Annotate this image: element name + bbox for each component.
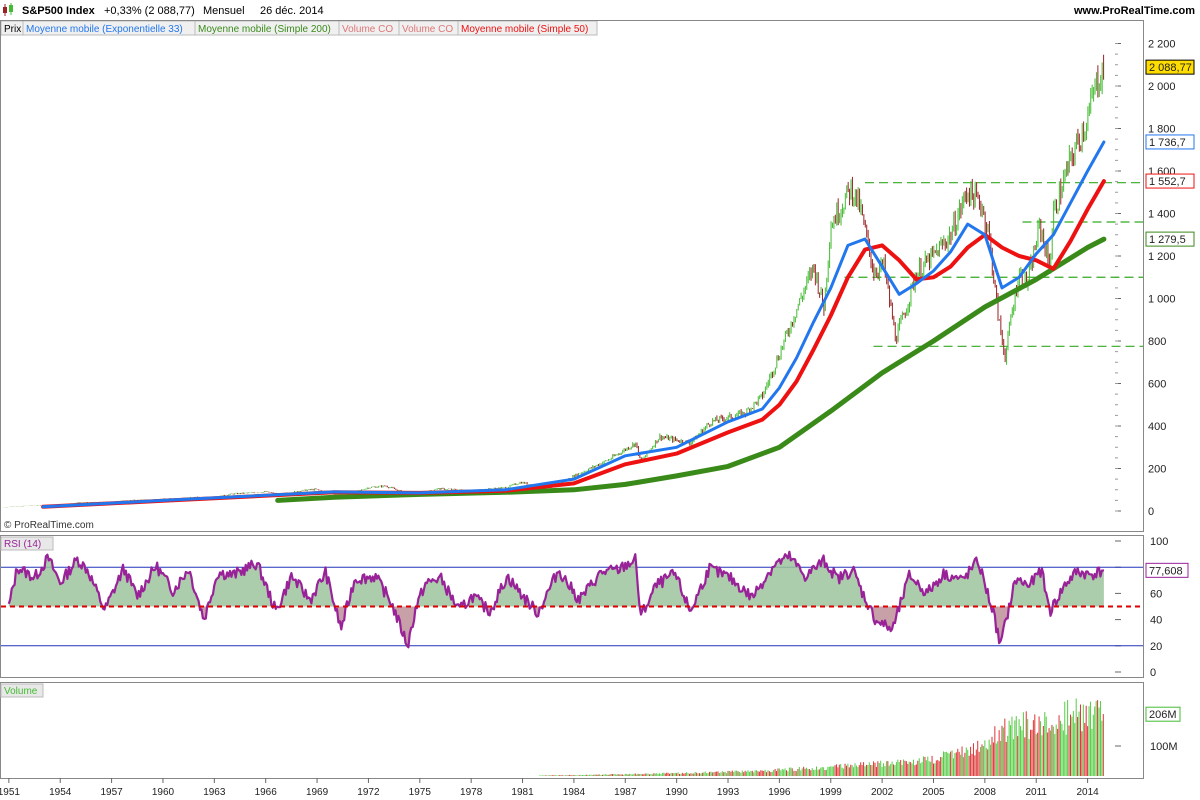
rsi-last-label: 77,608 — [1149, 565, 1183, 577]
ma-line-sma200 — [275, 236, 1107, 503]
last-label-sma200: 1 279,5 — [1149, 234, 1186, 246]
rsi-tick-label: 40 — [1150, 615, 1162, 627]
rsi-series: 10080604020077,608 — [1, 536, 1189, 679]
legend-ema33[interactable]: Moyenne mobile (Exponentielle 33) — [26, 24, 183, 35]
price-tick-label: 0 — [1148, 506, 1154, 518]
rsi-title[interactable]: RSI (14) — [4, 539, 41, 550]
ma-line-sma50 — [41, 179, 1106, 509]
x-tick-label: 1999 — [820, 787, 843, 798]
price-tick-label: 200 — [1148, 464, 1166, 476]
x-tick-label: 1960 — [152, 787, 175, 798]
x-tick-label: 2005 — [922, 787, 945, 798]
price-tick-label: 800 — [1148, 336, 1166, 348]
header: S&P500 Index +0,33% (2 088,77) Mensuel 2… — [0, 0, 1200, 20]
last-label-sma50: 1 552,7 — [1149, 176, 1186, 188]
x-tick-label: 1984 — [563, 787, 586, 798]
price-series — [1, 54, 1105, 508]
x-tick-label: 1954 — [49, 787, 72, 798]
indicator-legend: Prix Moyenne mobile (Exponentielle 33) M… — [0, 20, 598, 36]
price-tick-label: 1 800 — [1148, 124, 1176, 136]
rsi-tick-label: 100 — [1150, 536, 1168, 548]
legend-volume-1[interactable]: Volume CO — [342, 24, 393, 35]
x-tick-label: 2014 — [1076, 787, 1099, 798]
rsi-tick-label: 0 — [1150, 667, 1156, 679]
last-label-ema33: 1 736,7 — [1149, 137, 1186, 149]
x-tick-label: 2002 — [871, 787, 894, 798]
date: 26 déc. 2014 — [260, 5, 324, 17]
x-tick-label: 2011 — [1025, 787, 1047, 798]
watermark: © ProRealTime.com — [4, 520, 94, 531]
rsi-area — [8, 551, 1104, 648]
volume-last-label: 206M — [1149, 709, 1177, 721]
period: Mensuel — [203, 5, 245, 17]
rsi-area-below — [8, 606, 1104, 648]
rsi-tick-label: 60 — [1150, 588, 1162, 600]
x-tick-label: 2008 — [974, 787, 997, 798]
volume-tick-label: 100M — [1150, 741, 1178, 753]
legend-sma50[interactable]: Moyenne mobile (Simple 50) — [461, 24, 588, 35]
price-tick-label: 1 400 — [1148, 209, 1176, 221]
price-tick-label: 400 — [1148, 421, 1166, 433]
price-y-axis: 2 2002 0001 8001 6001 4001 2001 00080060… — [1115, 39, 1176, 518]
x-tick-label: 1990 — [666, 787, 689, 798]
x-tick-label: 1981 — [511, 787, 534, 798]
x-axis: 1951 1954 1957 1960 1963 1966 1969 1972 1975 1978… — [0, 778, 1099, 798]
panel-frames — [0, 20, 1144, 779]
x-tick-label: 1972 — [357, 787, 380, 798]
price-tick-label: 2 000 — [1148, 81, 1176, 93]
x-tick-label: 1993 — [717, 787, 740, 798]
website: www.ProRealTime.com — [1073, 5, 1195, 17]
volume-title[interactable]: Volume — [4, 686, 38, 697]
x-tick-label: 1996 — [768, 787, 791, 798]
price-tick-label: 2 200 — [1148, 39, 1176, 51]
x-tick-label: 1963 — [203, 787, 226, 798]
ma-line-ema33 — [41, 140, 1106, 509]
price-tick-label: 600 — [1148, 379, 1166, 391]
chart-root: S&P500 Index +0,33% (2 088,77) Mensuel 2… — [0, 0, 1200, 798]
rsi-tick-label: 20 — [1150, 641, 1162, 653]
legend-sma200[interactable]: Moyenne mobile (Simple 200) — [198, 24, 331, 35]
instrument-name: S&P500 Index — [22, 5, 96, 17]
x-tick-label: 1969 — [306, 787, 329, 798]
x-tick-label: 1975 — [409, 787, 432, 798]
price-tick-label: 1 000 — [1148, 294, 1176, 306]
legend-price[interactable]: Prix — [4, 24, 21, 35]
legend-volume-2[interactable]: Volume CO — [402, 24, 453, 35]
moving-averages — [41, 140, 1107, 509]
price-tick-label: 1 200 — [1148, 251, 1176, 263]
x-tick-label: 1987 — [614, 787, 637, 798]
volume-series: 100M 206M — [539, 698, 1181, 776]
last-label-price: 2 088,77 — [1149, 62, 1192, 74]
price-change: +0,33% (2 088,77) — [104, 5, 195, 17]
x-tick-label: 1966 — [255, 787, 278, 798]
x-tick-label: 1978 — [460, 787, 483, 798]
x-tick-label: 1951 — [0, 787, 20, 798]
x-tick-label: 1957 — [100, 787, 123, 798]
